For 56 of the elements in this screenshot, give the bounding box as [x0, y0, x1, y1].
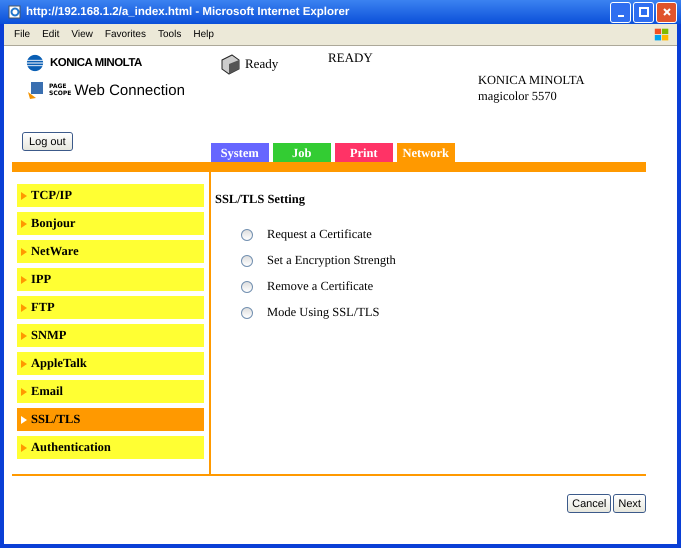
next-button[interactable]: Next — [613, 494, 646, 513]
printer-status: Ready — [245, 56, 278, 72]
triangle-icon — [21, 304, 27, 312]
radio-button[interactable] — [241, 228, 253, 240]
option-label: Remove a Certificate — [267, 279, 374, 294]
triangle-icon — [21, 444, 27, 452]
radio-button[interactable] — [241, 306, 253, 318]
model-name: KONICA MINOLTA magicolor 5570 — [478, 72, 585, 105]
minimize-icon — [618, 15, 624, 17]
triangle-icon — [21, 332, 27, 340]
brand-logo-text: KONICA MINOLTA — [50, 57, 142, 69]
triangle-icon — [21, 276, 27, 284]
option-label: Set a Encryption Strength — [267, 253, 396, 268]
section-heading: SSL/TLS Setting — [215, 192, 306, 207]
triangle-icon — [21, 192, 27, 200]
cancel-button[interactable]: Cancel — [567, 494, 612, 513]
pagescope-logo-icon — [26, 80, 46, 100]
page-icon — [8, 5, 22, 19]
nav-tab[interactable]: Print — [334, 142, 394, 164]
menu-item[interactable]: Help — [193, 29, 214, 40]
maximize-button[interactable] — [633, 2, 654, 22]
menu-item[interactable]: View — [71, 29, 93, 40]
logout-button[interactable]: Log out — [22, 132, 73, 151]
maximize-icon — [638, 7, 648, 17]
triangle-icon — [21, 388, 27, 396]
radio-button[interactable] — [241, 254, 253, 266]
sidebar-item[interactable]: Bonjour — [17, 212, 204, 235]
product-name: Web Connection — [74, 82, 185, 98]
menu-item[interactable]: Tools — [158, 29, 182, 40]
option-label: Request a Certificate — [267, 227, 372, 242]
close-button[interactable] — [656, 2, 677, 22]
option-label: Mode Using SSL/TLS — [267, 305, 380, 320]
menu-item[interactable]: File — [14, 29, 30, 40]
triangle-icon — [21, 248, 27, 256]
minimize-button[interactable] — [610, 2, 631, 22]
nav-tab[interactable]: System — [210, 142, 270, 164]
menu-item[interactable]: Edit — [42, 29, 60, 40]
sidebar-item[interactable]: Authentication — [17, 436, 204, 459]
triangle-icon — [21, 360, 27, 368]
radio-button[interactable] — [241, 280, 253, 292]
sidebar-item[interactable]: FTP — [17, 296, 204, 319]
sidebar-item[interactable]: Email — [17, 380, 204, 403]
sidebar-item[interactable]: NetWare — [17, 240, 204, 263]
triangle-icon — [21, 220, 27, 228]
device-status: READY — [328, 50, 374, 67]
sidebar-item[interactable]: TCP/IP — [17, 184, 204, 207]
globe-logo-icon — [26, 54, 44, 72]
sidebar-item[interactable]: AppleTalk — [17, 352, 204, 375]
triangle-icon — [21, 416, 27, 424]
windows-flag-icon — [653, 26, 671, 44]
close-icon — [662, 7, 672, 17]
menu-item[interactable]: Favorites — [104, 29, 146, 40]
window-title: http://192.168.1.2/a_index.html - Microsoft Internet Explorer — [26, 6, 350, 18]
sidebar-item[interactable]: SNMP — [17, 324, 204, 347]
sidebar-item[interactable]: IPP — [17, 268, 204, 291]
sidebar-item[interactable]: SSL/TLS — [17, 408, 204, 431]
